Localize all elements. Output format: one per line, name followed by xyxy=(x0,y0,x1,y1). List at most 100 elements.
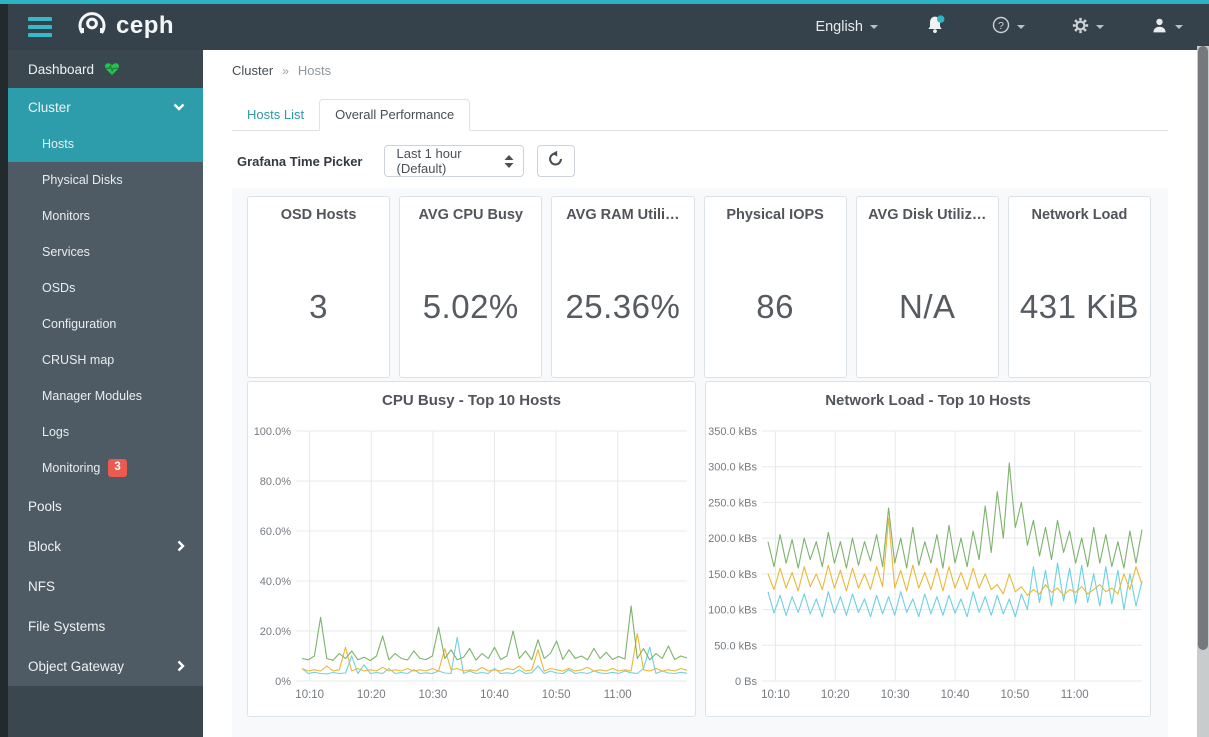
stat-card-avg-ram-utili: AVG RAM Utili… 25.36% xyxy=(551,196,695,378)
sidebar-item-hosts[interactable]: Hosts xyxy=(8,126,203,162)
breadcrumb-separator: » xyxy=(282,63,289,78)
chart-cpu-busy-top-10-hosts: 0% 20.0% 40.0% 60.0% 80.0% 100.0% 10:10 10:20 10… xyxy=(254,426,688,701)
sidebar-item-crush-map[interactable]: CRUSH map xyxy=(8,342,203,378)
chevron-down-icon xyxy=(1096,25,1104,29)
sidebar-item-label: Cluster xyxy=(28,99,71,115)
svg-text:10:50: 10:50 xyxy=(1000,689,1029,701)
sidebar-item-label: NFS xyxy=(28,578,55,594)
refresh-icon xyxy=(547,150,564,172)
svg-text:10:10: 10:10 xyxy=(761,689,790,701)
svg-text:10:10: 10:10 xyxy=(295,689,324,701)
notifications-button[interactable] xyxy=(925,15,945,39)
tab-overall-performance[interactable]: Overall Performance xyxy=(319,99,471,131)
svg-text:100.0%: 100.0% xyxy=(254,426,292,438)
svg-text:10:20: 10:20 xyxy=(357,689,386,701)
help-dropdown[interactable]: ? xyxy=(992,16,1025,38)
svg-text:350.0 kBs: 350.0 kBs xyxy=(708,426,757,438)
svg-text:10:40: 10:40 xyxy=(941,689,970,701)
sidebar-item-services[interactable]: Services xyxy=(8,234,203,270)
stat-card-value-wrap: 3 xyxy=(248,223,389,377)
svg-text:60.0%: 60.0% xyxy=(260,526,291,538)
sidebar-item-physical-disks[interactable]: Physical Disks xyxy=(8,162,203,198)
svg-text:80.0%: 80.0% xyxy=(260,476,291,488)
brand-text: ceph xyxy=(116,11,175,39)
chart-network-load-top-10-hosts: 0 Bs 50.0 kBs 100.0 kBs 150.0 kBs 200.0 kBs 2… xyxy=(708,426,1143,701)
sidebar-item-block[interactable]: Block xyxy=(8,526,203,566)
grafana-time-picker-row: Grafana Time Picker Last 1 hour (Default… xyxy=(237,145,575,177)
sidebar-item-configuration[interactable]: Configuration xyxy=(8,306,203,342)
stat-card-osd-hosts: OSD Hosts 3 xyxy=(247,196,391,378)
svg-text:10:50: 10:50 xyxy=(542,689,571,701)
ceph-logo[interactable]: ceph xyxy=(76,9,174,46)
sidebar-item-label: Monitors xyxy=(42,209,90,223)
stat-card-title: AVG Disk Utiliz… xyxy=(868,207,987,223)
svg-text:11:00: 11:00 xyxy=(604,689,632,701)
sidebar-nav: Dashboard Cluster Hosts Physical Disks Monit… xyxy=(8,50,203,737)
svg-text:150.0 kBs: 150.0 kBs xyxy=(708,569,757,581)
chevron-down-icon xyxy=(173,103,185,111)
sidebar-item-monitoring[interactable]: Monitoring 3 xyxy=(8,450,203,486)
stat-card-value-wrap: 5.02% xyxy=(400,223,541,377)
sidebar-item-monitors[interactable]: Monitors xyxy=(8,198,203,234)
refresh-button[interactable] xyxy=(536,145,575,177)
time-picker-label: Grafana Time Picker xyxy=(237,153,363,169)
user-dropdown[interactable] xyxy=(1151,17,1183,38)
stat-card-avg-cpu-busy: AVG CPU Busy 5.02% xyxy=(399,196,543,378)
sidebar-item-dashboard[interactable]: Dashboard xyxy=(8,50,203,88)
sidebar-item-pools[interactable]: Pools xyxy=(8,486,203,526)
stat-card-physical-iops: Physical IOPS 86 xyxy=(703,196,847,378)
svg-text:20.0%: 20.0% xyxy=(260,626,291,638)
sidebar-item-label: Dashboard xyxy=(28,61,95,77)
panel-network-load: Network Load - Top 10 Hosts 0 Bs 50.0 kBs… xyxy=(705,381,1151,717)
sidebar-item-label: File Systems xyxy=(28,618,106,634)
sidebar-item-label: Manager Modules xyxy=(42,389,143,403)
stat-cards-row: OSD Hosts 3 AVG CPU Busy 5.02% AVG RAM Utili… xyxy=(247,196,1151,378)
stat-card-value: N/A xyxy=(898,288,956,325)
sidebar-item-logs[interactable]: Logs xyxy=(8,414,203,450)
chevron-right-icon xyxy=(177,660,185,672)
top-accent-strip xyxy=(0,0,1209,4)
stat-card-value-wrap: 25.36% xyxy=(552,223,693,377)
user-icon xyxy=(1151,17,1168,38)
stat-card-value: 3 xyxy=(309,288,328,325)
stat-card-value: 5.02% xyxy=(422,288,519,325)
sidebar-item-osds[interactable]: OSDs xyxy=(8,270,203,306)
svg-text:250.0 kBs: 250.0 kBs xyxy=(708,497,757,509)
sidebar-item-label: Physical Disks xyxy=(42,173,123,187)
breadcrumb-cluster: Cluster xyxy=(232,63,274,78)
scrollbar-thumb[interactable] xyxy=(1198,46,1208,650)
sidebar-item-file-systems[interactable]: File Systems xyxy=(8,606,203,646)
svg-text:0 Bs: 0 Bs xyxy=(735,676,758,688)
stat-card-value: 25.36% xyxy=(565,288,681,325)
grafana-dashboard-area: OSD Hosts 3 AVG CPU Busy 5.02% AVG RAM Utili… xyxy=(232,188,1168,737)
gear-icon xyxy=(1072,17,1089,38)
svg-text:40.0%: 40.0% xyxy=(260,576,291,588)
tab-hosts-list[interactable]: Hosts List xyxy=(232,100,319,130)
settings-dropdown[interactable] xyxy=(1072,17,1104,38)
sidebar-item-label: CRUSH map xyxy=(42,353,115,367)
sidebar-item-manager-modules[interactable]: Manager Modules xyxy=(8,378,203,414)
sidebar-item-label: Pools xyxy=(28,498,62,514)
language-dropdown[interactable]: English xyxy=(815,19,878,35)
breadcrumb: Cluster » Hosts xyxy=(232,63,331,78)
chevron-down-icon xyxy=(870,25,878,29)
sidebar-item-nfs[interactable]: NFS xyxy=(8,566,203,606)
sidebar-item-label: Hosts xyxy=(42,137,74,151)
sidebar-item-label: Services xyxy=(42,245,90,259)
svg-text:100.0 kBs: 100.0 kBs xyxy=(708,605,757,617)
sidebar-item-object-gateway[interactable]: Object Gateway xyxy=(8,646,203,686)
sidebar-item-label: OSDs xyxy=(42,281,76,295)
hamburger-menu-icon[interactable] xyxy=(28,17,52,37)
chevron-down-icon xyxy=(1017,25,1025,29)
tab-bar: Hosts List Overall Performance xyxy=(232,99,1168,131)
stat-card-title: AVG RAM Utili… xyxy=(566,207,680,223)
help-icon: ? xyxy=(992,16,1010,38)
svg-text:0%: 0% xyxy=(275,676,291,688)
sidebar-item-cluster[interactable]: Cluster xyxy=(8,88,203,126)
stat-card-title: AVG CPU Busy xyxy=(418,207,523,223)
window-edge-strip xyxy=(0,0,8,737)
svg-text:10:20: 10:20 xyxy=(821,689,850,701)
svg-text:200.0 kBs: 200.0 kBs xyxy=(708,533,757,545)
sidebar-item-label: Monitoring xyxy=(42,461,101,475)
time-picker-select[interactable]: Last 1 hour (Default) xyxy=(383,145,524,177)
